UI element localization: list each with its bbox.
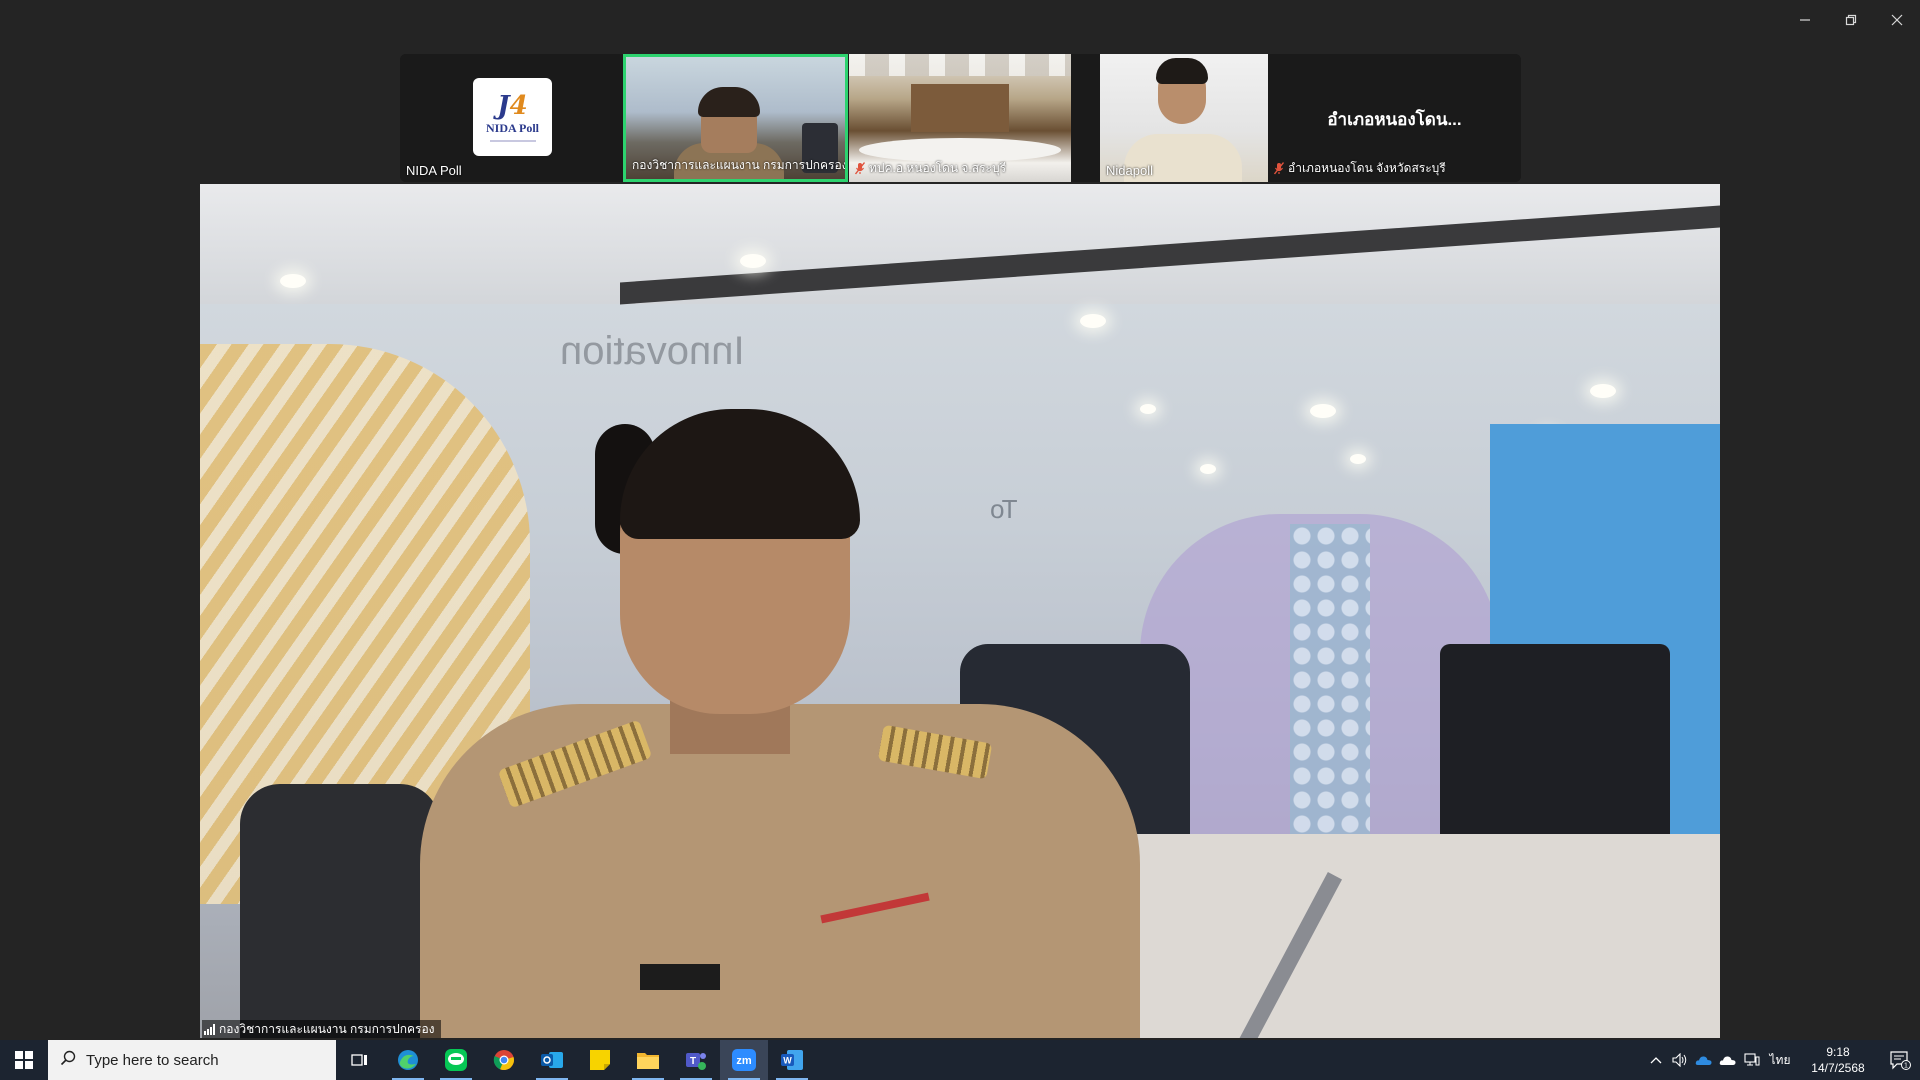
zoom-icon[interactable]: zm — [720, 1040, 768, 1080]
network-icon[interactable] — [1740, 1040, 1764, 1080]
system-tray: ไทย 9:18 14/7/2568 1 — [1644, 1040, 1920, 1080]
restore-icon[interactable] — [1828, 0, 1874, 40]
participant-name: NIDA Poll — [406, 163, 462, 178]
teams-icon[interactable]: T — [672, 1040, 720, 1080]
participant-tile-nidapoll[interactable]: Nidapoll — [1100, 54, 1268, 182]
close-icon[interactable] — [1874, 0, 1920, 40]
windows-start-icon[interactable] — [0, 1040, 48, 1080]
participant-name-row: ทปค.อ.หนองโดน จ.สระบุรี — [855, 159, 1006, 178]
notification-count: 1 — [1904, 1063, 1908, 1070]
search-placeholder: Type here to search — [86, 1051, 219, 1069]
participant-name: ทปค.อ.หนองโดน จ.สระบุรี — [869, 161, 1007, 175]
glass-wall-text: Innovation — [560, 329, 745, 373]
nida-poll-logo: J4 NIDA Poll — [473, 78, 552, 156]
edge-icon[interactable] — [384, 1040, 432, 1080]
volume-icon[interactable] — [1668, 1040, 1692, 1080]
participant-tile-nida-poll[interactable]: J4 NIDA Poll NIDA Poll — [400, 54, 622, 182]
windows-taskbar: Type here to search T zm W ไทย 9:18 14/7… — [0, 1040, 1920, 1080]
participant-name: กองวิชาการและแผนงาน กรมการปกครอง — [632, 158, 848, 172]
taskbar-search-box[interactable]: Type here to search — [48, 1040, 336, 1080]
task-view-icon[interactable] — [336, 1040, 384, 1080]
participant-name-row: อำเภอหนองโดน จังหวัดสระบุรี — [1274, 159, 1446, 178]
participant-filmstrip: J4 NIDA Poll NIDA Poll กองวิชาการและแผนง… — [400, 54, 1521, 182]
participant-tile-district[interactable]: อำเภอหนองโดน... อำเภอหนองโดน จังหวัดสระบ… — [1268, 54, 1521, 182]
sticky-notes-icon[interactable] — [576, 1040, 624, 1080]
mic-muted-icon — [855, 162, 865, 175]
speaker-name-label: กองวิชาการและแผนงาน กรมการปกครอง — [202, 1020, 441, 1038]
system-clock[interactable]: 9:18 14/7/2568 — [1796, 1044, 1880, 1076]
svg-text:zm: zm — [736, 1055, 752, 1067]
window-controls — [1782, 0, 1920, 40]
participant-name: อำเภอหนองโดน จังหวัดสระบุรี — [1288, 161, 1446, 175]
participant-tile-division[interactable]: กองวิชาการและแผนงาน กรมการปกครอง — [623, 54, 848, 182]
word-icon[interactable]: W — [768, 1040, 816, 1080]
participant-tile-district-office[interactable]: ทปค.อ.หนองโดน จ.สระบุรี — [849, 54, 1071, 182]
clock-time: 9:18 — [1826, 1045, 1850, 1059]
connection-signal-icon — [204, 1023, 215, 1035]
line-icon[interactable] — [432, 1040, 480, 1080]
onedrive-icon[interactable] — [1692, 1040, 1716, 1080]
outlook-icon[interactable] — [528, 1040, 576, 1080]
chrome-icon[interactable] — [480, 1040, 528, 1080]
input-language-indicator[interactable]: ไทย — [1764, 1040, 1796, 1080]
participant-name: Nidapoll — [1106, 163, 1153, 178]
svg-text:T: T — [690, 1056, 696, 1067]
zoom-meeting-window: J4 NIDA Poll NIDA Poll กองวิชาการและแผนง… — [0, 0, 1920, 1080]
file-explorer-icon[interactable] — [624, 1040, 672, 1080]
onedrive-personal-icon[interactable] — [1716, 1040, 1740, 1080]
notification-center-icon[interactable]: 1 — [1880, 1040, 1920, 1080]
search-icon — [60, 1050, 76, 1070]
glass-wall-text: To — [990, 494, 1018, 524]
speaker-name: กองวิชาการและแผนงาน กรมการปกครอง — [219, 1021, 435, 1036]
active-speaker-video[interactable]: Innovation To กองวิชาการและแผนงาน กรมการ… — [200, 184, 1720, 1038]
svg-text:W: W — [783, 1056, 792, 1066]
chevron-up-icon[interactable] — [1644, 1040, 1668, 1080]
clock-date: 14/7/2568 — [1811, 1061, 1865, 1075]
mic-muted-icon — [1274, 162, 1284, 175]
minimize-icon[interactable] — [1782, 0, 1828, 40]
participant-display-title: อำเภอหนองโดน... — [1327, 110, 1462, 129]
